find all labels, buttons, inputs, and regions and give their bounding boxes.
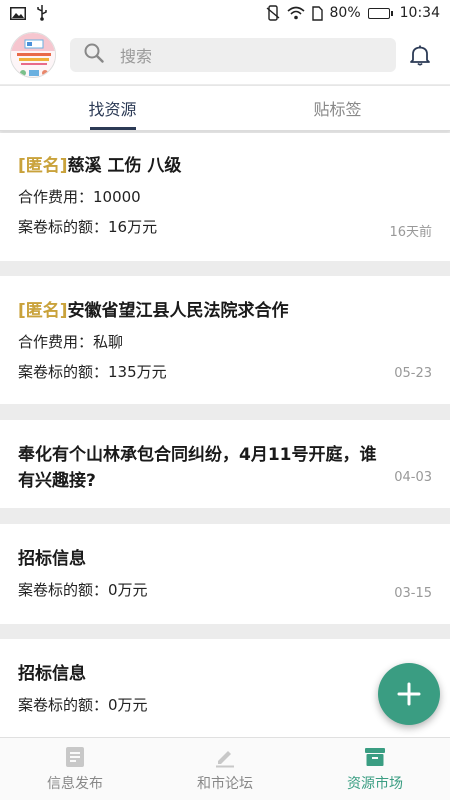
card-date: 16天前 bbox=[389, 225, 432, 240]
tab-bar: 找资源 贴标签 bbox=[0, 85, 450, 131]
card-amount: 案卷标的额：0万元 bbox=[18, 696, 148, 714]
card-fee: 合作费用：10000 bbox=[18, 188, 141, 206]
resource-list: [匿名]慈溪 工伤 八级 合作费用：10000 案卷标的额：16万元 16天前 … bbox=[0, 133, 450, 737]
nav-label: 信息发布 bbox=[47, 775, 103, 792]
card-date: 05-23 bbox=[394, 366, 432, 381]
card-title: 招标信息 bbox=[18, 664, 86, 684]
plus-icon bbox=[397, 682, 421, 706]
wifi-icon bbox=[286, 6, 305, 20]
image-icon bbox=[10, 6, 26, 20]
nav-label: 资源市场 bbox=[347, 775, 403, 792]
search-icon bbox=[84, 43, 104, 67]
bottom-nav: 信息发布 和市论坛 资源市场 bbox=[0, 737, 450, 800]
tab-find-resource[interactable]: 找资源 bbox=[0, 86, 225, 130]
list-item[interactable]: [匿名]安徽省望江县人民法院求合作 合作费用：私聊 案卷标的额：135万元 05… bbox=[0, 276, 450, 404]
search-bar[interactable]: 搜索 bbox=[70, 38, 396, 72]
card-title: [匿名]慈溪 工伤 八级 bbox=[18, 156, 182, 176]
usb-icon bbox=[36, 5, 48, 21]
avatar[interactable] bbox=[10, 32, 56, 78]
sim-icon bbox=[311, 5, 323, 21]
add-button[interactable] bbox=[378, 663, 440, 725]
battery-icon bbox=[367, 7, 393, 19]
pencil-icon bbox=[216, 750, 234, 767]
vibrate-icon bbox=[266, 5, 280, 21]
nav-info-publish[interactable]: 信息发布 bbox=[0, 738, 150, 800]
card-date: 04-03 bbox=[394, 470, 432, 485]
card-amount: 案卷标的额：16万元 bbox=[18, 218, 158, 236]
card-title: 奉化有个山林承包合同纠纷，4月11号开庭，谁有兴趣接? bbox=[18, 445, 377, 491]
nav-forum[interactable]: 和市论坛 bbox=[150, 738, 300, 800]
search-placeholder: 搜索 bbox=[120, 47, 153, 66]
archive-icon bbox=[365, 747, 385, 766]
battery-percent: 80% bbox=[329, 5, 361, 21]
app-header: 搜索 bbox=[0, 26, 450, 84]
card-amount: 案卷标的额：0万元 bbox=[18, 581, 148, 599]
status-time: 10:34 bbox=[399, 5, 440, 21]
card-date: 03-15 bbox=[394, 586, 432, 601]
card-title: [匿名]安徽省望江县人民法院求合作 bbox=[18, 301, 289, 321]
document-icon bbox=[66, 746, 84, 767]
nav-label: 和市论坛 bbox=[197, 775, 253, 792]
card-fee: 合作费用：私聊 bbox=[18, 333, 124, 351]
nav-resource-market[interactable]: 资源市场 bbox=[300, 738, 450, 800]
anonymous-tag: [匿名] bbox=[18, 301, 68, 321]
card-amount: 案卷标的额：135万元 bbox=[18, 363, 167, 381]
anonymous-tag: [匿名] bbox=[18, 156, 68, 176]
card-title: 招标信息 bbox=[18, 549, 86, 569]
notification-bell-icon[interactable] bbox=[406, 41, 434, 69]
status-bar: 80% 10:34 bbox=[0, 0, 450, 26]
tab-post-label[interactable]: 贴标签 bbox=[225, 86, 450, 130]
list-item[interactable]: [匿名]慈溪 工伤 八级 合作费用：10000 案卷标的额：16万元 16天前 bbox=[0, 133, 450, 261]
list-item[interactable]: 奉化有个山林承包合同纠纷，4月11号开庭，谁有兴趣接? 04-03 bbox=[0, 420, 450, 508]
list-item[interactable]: 招标信息 案卷标的额：0万元 03-15 bbox=[0, 524, 450, 624]
